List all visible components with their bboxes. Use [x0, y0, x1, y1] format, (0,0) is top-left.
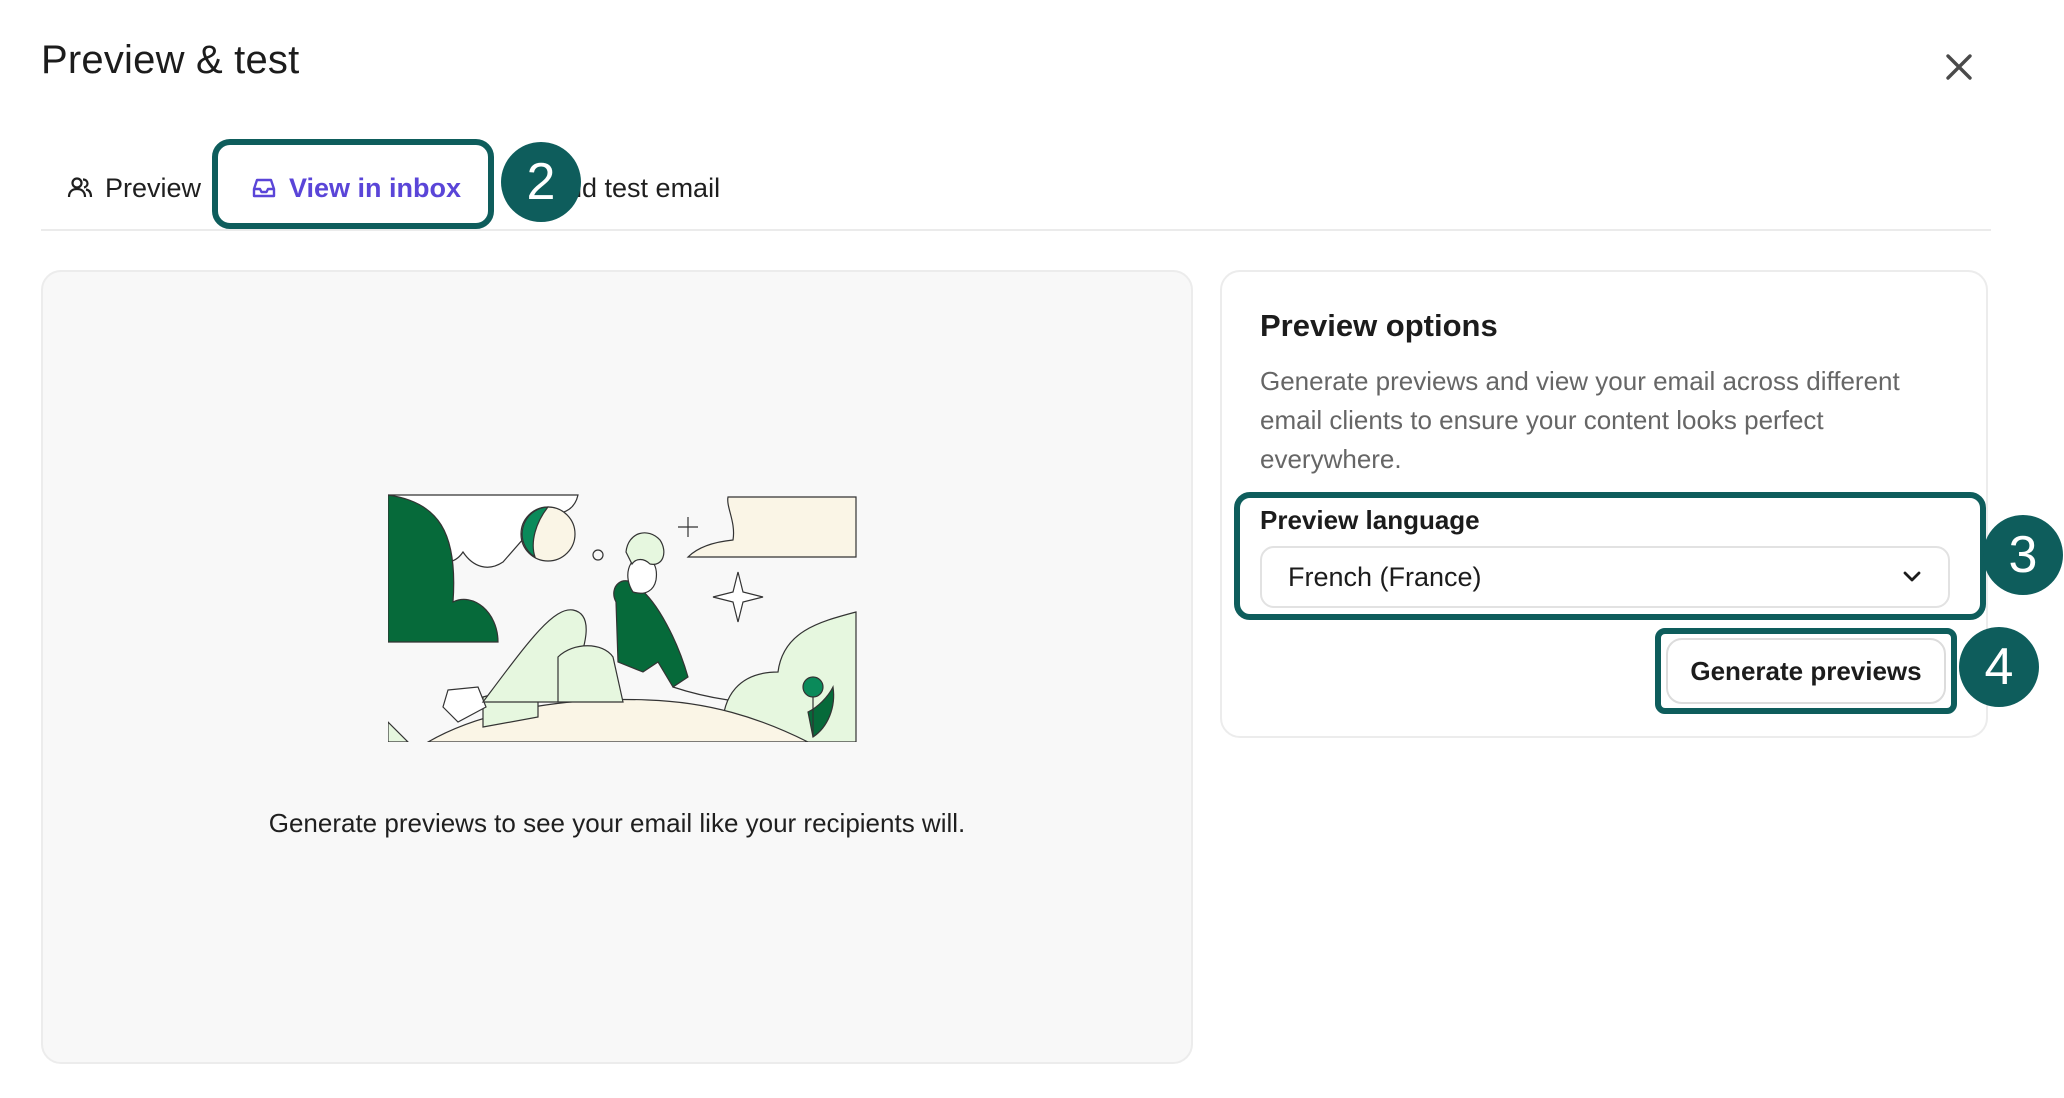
empty-state-message: Generate previews to see your email like… — [268, 808, 966, 838]
generate-previews-button[interactable]: Generate previews — [1666, 638, 1946, 704]
tabs-divider — [41, 229, 1991, 231]
annotation-step-badge: 2 — [501, 142, 581, 222]
inbox-preview-panel: Generate previews to see your email like… — [41, 270, 1193, 1064]
annotation-step-badge: 4 — [1959, 627, 2039, 707]
preview-language-value: French (France) — [1288, 561, 1482, 592]
tab-view-in-inbox-label: View in inbox — [289, 172, 462, 203]
tab-view-in-inbox[interactable]: View in inbox — [251, 166, 461, 210]
tab-send-test-email[interactable]: nd test email — [567, 166, 720, 210]
preview-options-title: Preview options — [1260, 308, 1498, 343]
tab-bar: Preview nd test email View in inbox — [41, 132, 1991, 232]
tab-preview-label: Preview — [105, 172, 202, 203]
preview-language-select[interactable]: French (France) — [1260, 546, 1950, 608]
users-icon — [67, 175, 93, 201]
preview-options-panel: Preview options Generate previews and vi… — [1220, 270, 1988, 738]
inbox-icon — [251, 175, 277, 201]
tab-send-label: nd test email — [567, 172, 721, 203]
annotation-step-badge: 3 — [1983, 515, 2063, 595]
preview-test-dialog: Preview & test Preview nd test email Vie… — [0, 0, 2064, 1098]
preview-language-label: Preview language — [1260, 505, 1480, 535]
empty-state-illustration — [388, 492, 858, 742]
dialog-title: Preview & test — [41, 38, 300, 82]
close-button[interactable] — [1936, 44, 1982, 90]
close-icon — [1946, 54, 1972, 80]
tab-preview[interactable]: Preview — [67, 166, 201, 210]
preview-options-description: Generate previews and view your email ac… — [1260, 366, 1900, 474]
chevron-down-icon — [1903, 571, 1921, 582]
